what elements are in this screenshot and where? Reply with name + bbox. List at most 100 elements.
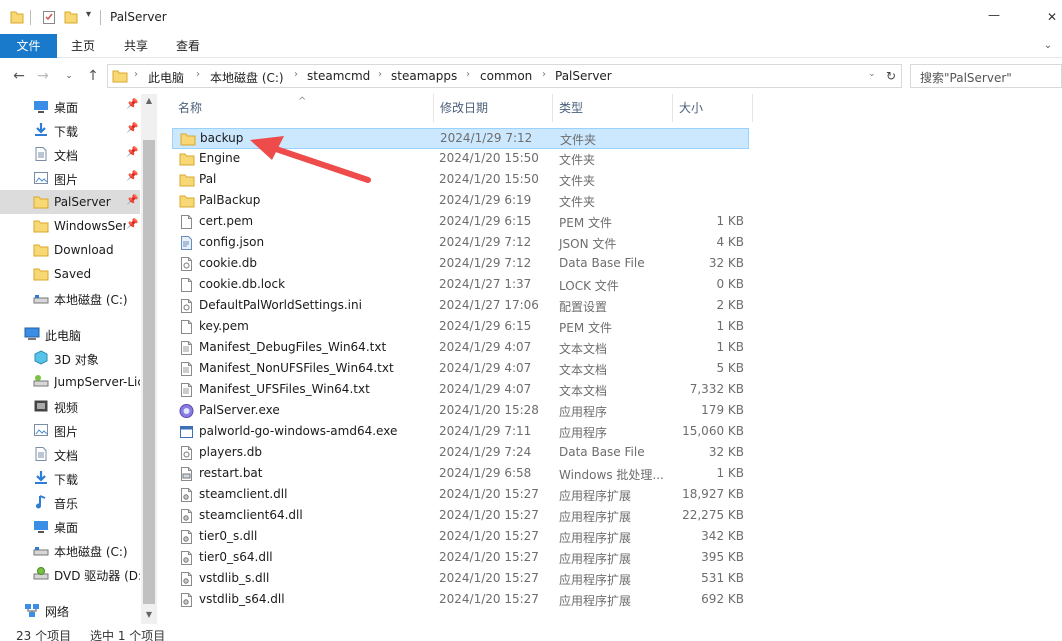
pin-icon[interactable]: 📌 [126,195,138,206]
video-icon [33,398,49,414]
status-bar: 23 个项目 选中 1 个项目 [0,624,1062,641]
up-button[interactable]: ↑ [84,67,102,85]
tab-share[interactable]: 共享 [115,34,157,58]
batch-file-icon [179,466,194,482]
file-icon [179,277,194,293]
file-row[interactable]: tier0_s.dll 2024/1/20 15:27 应用程序扩展 342 KB [172,527,749,548]
breadcrumb-steamapps[interactable]: steamapps [391,69,457,83]
nav-item[interactable]: JumpServer-Lic [0,370,140,394]
file-row[interactable]: PalBackup 2024/1/29 6:19 文件夹 [172,191,749,212]
properties-icon[interactable] [42,9,56,25]
file-type: 文件夹 [559,174,596,188]
search-input[interactable]: 搜索"PalServer" [910,64,1062,88]
nav-item[interactable]: 本地磁盘 (C:) [0,538,140,562]
column-header-date[interactable]: 修改日期 [434,94,553,122]
nav-item-label: 下载 [54,125,79,139]
close-button[interactable]: ✕ [1040,6,1062,28]
file-row[interactable]: vstdlib_s64.dll 2024/1/20 15:27 应用程序扩展 692 … [172,590,749,611]
scroll-down-icon[interactable]: ▼ [141,610,157,619]
column-header-type[interactable]: 类型 [553,94,673,122]
nav-item[interactable]: 文档 📌 [0,142,140,166]
nav-item[interactable]: DVD 驱动器 (D: [0,562,140,586]
nav-item[interactable]: WindowsSer 📌 [0,214,140,238]
file-row[interactable]: vstdlib_s.dll 2024/1/20 15:27 应用程序扩展 531 KB [172,569,749,590]
refresh-icon[interactable]: ↻ [886,69,896,83]
file-row[interactable]: Engine 2024/1/20 15:50 文件夹 [172,149,749,170]
nav-item[interactable]: 图片 📌 [0,166,140,190]
column-header-size[interactable]: 大小 [673,94,753,122]
scroll-up-icon[interactable]: ▲ [141,96,157,105]
file-name: vstdlib_s64.dll [199,592,285,606]
pin-icon[interactable]: 📌 [126,123,138,134]
nav-item[interactable]: Saved [0,262,140,286]
pin-icon[interactable]: 📌 [126,99,138,110]
file-row[interactable]: Pal 2024/1/20 15:50 文件夹 [172,170,749,191]
breadcrumb-common[interactable]: common [480,69,532,83]
navigation-scrollbar[interactable]: ▲ ▼ [141,94,157,624]
expand-ribbon-icon[interactable]: ⌄ [1038,34,1058,58]
file-size: 1 KB [716,340,744,354]
title-separator [100,10,101,25]
nav-item[interactable]: 本地磁盘 (C:) [0,286,140,310]
file-row[interactable]: PalServer.exe 2024/1/20 15:28 应用程序 179 KB [172,401,749,422]
address-bar[interactable]: › 此电脑 › 本地磁盘 (C:) › steamcmd › steamapps… [107,64,902,88]
file-row[interactable]: cookie.db 2024/1/29 7:12 Data Base File 32 … [172,254,749,275]
back-button[interactable]: ← [10,67,28,85]
recent-locations-icon[interactable]: ⌄ [60,67,78,85]
file-row[interactable]: steamclient.dll 2024/1/20 15:27 应用程序扩展 18,9… [172,485,749,506]
file-row[interactable]: Manifest_UFSFiles_Win64.txt 2024/1/29 4:0… [172,380,749,401]
forward-button[interactable]: → [34,67,52,85]
nav-item[interactable]: 视频 [0,394,140,418]
pin-icon[interactable]: 📌 [126,147,138,158]
file-name: Manifest_UFSFiles_Win64.txt [199,382,370,396]
folder-icon[interactable] [10,9,24,25]
file-row[interactable]: steamclient64.dll 2024/1/20 15:27 应用程序扩展 22… [172,506,749,527]
tab-file[interactable]: 文件 [0,34,57,58]
nav-item[interactable]: PalServer 📌 [0,190,140,214]
file-row[interactable]: palworld-go-windows-amd64.exe 2024/1/29 7… [172,422,749,443]
nav-item[interactable]: Download [0,238,140,262]
file-row[interactable]: cert.pem 2024/1/29 6:15 PEM 文件 1 KB [172,212,749,233]
file-row[interactable]: config.json 2024/1/29 7:12 JSON 文件 4 KB [172,233,749,254]
tab-view[interactable]: 查看 [167,34,209,58]
file-row[interactable]: Manifest_DebugFiles_Win64.txt 2024/1/29 4… [172,338,749,359]
breadcrumb-palserver[interactable]: PalServer [555,69,612,83]
breadcrumb-local-disk[interactable]: 本地磁盘 (C:) [210,69,284,86]
address-dropdown-icon[interactable]: ⌄ [868,69,876,79]
pin-icon[interactable]: 📌 [126,171,138,182]
minimize-button[interactable]: — [982,4,1006,26]
nav-item[interactable]: 桌面 📌 [0,94,140,118]
file-type: 文本文档 [559,363,608,377]
file-row[interactable]: tier0_s64.dll 2024/1/20 15:27 应用程序扩展 395 KB [172,548,749,569]
file-row[interactable]: restart.bat 2024/1/29 6:58 Windows 批处理... 1… [172,464,749,485]
nav-item[interactable]: 3D 对象 [0,346,140,370]
file-name: tier0_s.dll [199,529,258,543]
sort-ascending-icon: ^ [298,96,307,107]
nav-item[interactable]: 此电脑 [0,322,140,346]
file-row[interactable]: Manifest_NonUFSFiles_Win64.txt 2024/1/29 … [172,359,749,380]
customize-toolbar-dropdown-icon[interactable]: ▾ [86,9,91,25]
nav-item[interactable]: 文档 [0,442,140,466]
tab-home[interactable]: 主页 [62,34,104,58]
breadcrumb-steamcmd[interactable]: steamcmd [307,69,370,83]
file-row[interactable]: cookie.db.lock 2024/1/27 1:37 LOCK 文件 0 KB [172,275,749,296]
file-row[interactable]: players.db 2024/1/29 7:24 Data Base File 32… [172,443,749,464]
nav-item[interactable]: 音乐 [0,490,140,514]
nav-item[interactable]: 下载 [0,466,140,490]
pin-icon[interactable]: 📌 [126,219,138,230]
column-header-name[interactable]: 名称 ^ [172,94,434,122]
nav-item-label: 视频 [54,401,79,415]
nav-item[interactable]: 下载 📌 [0,118,140,142]
file-row[interactable]: key.pem 2024/1/29 6:15 PEM 文件 1 KB [172,317,749,338]
dll-file-icon [179,487,194,503]
nav-item[interactable]: 桌面 [0,514,140,538]
scrollbar-thumb[interactable] [143,140,155,604]
nav-item[interactable]: 图片 [0,418,140,442]
file-row[interactable]: backup 2024/1/29 7:12 文件夹 [172,128,749,149]
new-folder-icon[interactable] [64,9,78,25]
file-row[interactable]: DefaultPalWorldSettings.ini 2024/1/27 17:… [172,296,749,317]
toolbar-separator [30,10,31,25]
nav-item[interactable]: 网络 [0,598,140,622]
palserver-app-icon [179,403,194,419]
breadcrumb-this-pc[interactable]: 此电脑 [148,69,184,86]
